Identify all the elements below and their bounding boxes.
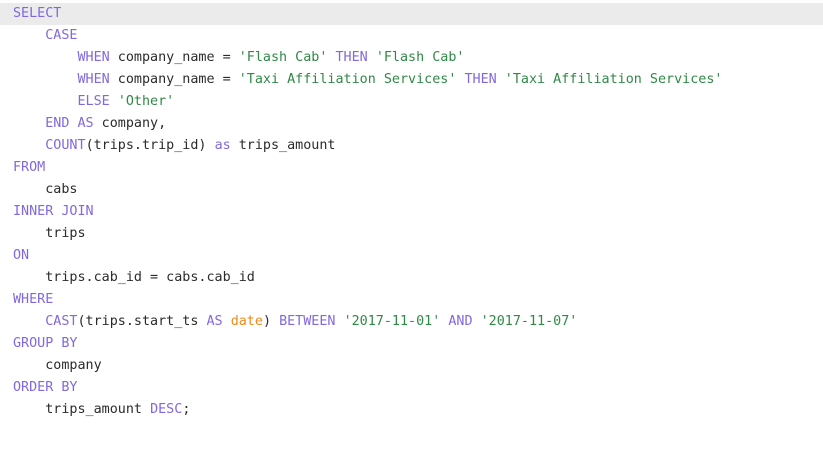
string-literal: '2017-11-07'	[480, 314, 578, 329]
code-line[interactable]: WHERE	[0, 289, 823, 311]
code-text: trips.cab_id = cabs.cab_id	[45, 270, 255, 285]
code-text: (trips.trip_id)	[85, 138, 215, 153]
sql-keyword: AND	[448, 314, 473, 329]
type-name: date	[230, 314, 263, 329]
string-literal: 'Flash Cab'	[375, 50, 465, 65]
code-line[interactable]: GROUP BY	[0, 333, 823, 355]
code-line[interactable]: COUNT(trips.trip_id) as trips_amount	[0, 135, 823, 157]
string-literal: 'Taxi Affiliation Services'	[238, 72, 457, 87]
sql-keyword: CAST	[45, 314, 78, 329]
sql-keyword: ORDER BY	[13, 380, 78, 395]
code-text: (trips.start_ts	[77, 314, 207, 329]
sql-keyword: CASE	[45, 28, 78, 43]
sql-keyword: INNER JOIN	[13, 204, 94, 219]
sql-keyword: END AS	[45, 116, 94, 131]
sql-code-editor[interactable]: SELECT CASE WHEN company_name = 'Flash C…	[0, 3, 823, 451]
string-literal: 'Other'	[117, 94, 175, 109]
code-text: trips	[45, 226, 86, 241]
code-text: trips_amount	[45, 402, 151, 417]
sql-keyword: FROM	[13, 160, 46, 175]
code-line[interactable]: company	[0, 355, 823, 377]
sql-keyword: THEN	[464, 72, 497, 87]
string-literal: '2017-11-01'	[343, 314, 441, 329]
code-text: )	[262, 314, 280, 329]
sql-keyword: as	[214, 138, 231, 153]
sql-keyword: ELSE	[77, 94, 110, 109]
sql-keyword: AS	[206, 314, 223, 329]
sql-keyword: WHEN	[77, 72, 110, 87]
code-line[interactable]: ORDER BY	[0, 377, 823, 399]
sql-keyword: WHERE	[13, 292, 54, 307]
sql-keyword: ON	[13, 248, 30, 263]
code-line[interactable]: END AS company,	[0, 113, 823, 135]
code-line[interactable]: trips.cab_id = cabs.cab_id	[0, 267, 823, 289]
code-line[interactable]: cabs	[0, 179, 823, 201]
code-line[interactable]: trips_amount DESC;	[0, 399, 823, 421]
code-line[interactable]: CASE	[0, 25, 823, 47]
code-line[interactable]: INNER JOIN	[0, 201, 823, 223]
code-text: company_name =	[109, 50, 239, 65]
sql-keyword: SELECT	[13, 6, 62, 21]
code-line[interactable]: FROM	[0, 157, 823, 179]
code-text: company	[45, 358, 102, 373]
code-line[interactable]: WHEN company_name = 'Flash Cab' THEN 'Fl…	[0, 47, 823, 69]
sql-keyword: WHEN	[77, 50, 110, 65]
sql-keyword: COUNT	[45, 138, 86, 153]
code-text: cabs	[45, 182, 78, 197]
code-line[interactable]: ELSE 'Other'	[0, 91, 823, 113]
code-text: ;	[182, 402, 191, 417]
sql-keyword: BETWEEN	[279, 314, 336, 329]
code-line[interactable]: SELECT	[0, 3, 823, 25]
code-line[interactable]: trips	[0, 223, 823, 245]
string-literal: 'Taxi Affiliation Services'	[504, 72, 723, 87]
code-text: company,	[93, 116, 167, 131]
code-text: company_name =	[109, 72, 239, 87]
code-line[interactable]: ON	[0, 245, 823, 267]
code-line[interactable]: CAST(trips.start_ts AS date) BETWEEN '20…	[0, 311, 823, 333]
sql-keyword: GROUP BY	[13, 336, 78, 351]
sql-keyword: DESC	[150, 402, 183, 417]
code-line[interactable]: WHEN company_name = 'Taxi Affiliation Se…	[0, 69, 823, 91]
code-text: trips_amount	[230, 138, 336, 153]
sql-keyword: THEN	[335, 50, 368, 65]
string-literal: 'Flash Cab'	[238, 50, 328, 65]
